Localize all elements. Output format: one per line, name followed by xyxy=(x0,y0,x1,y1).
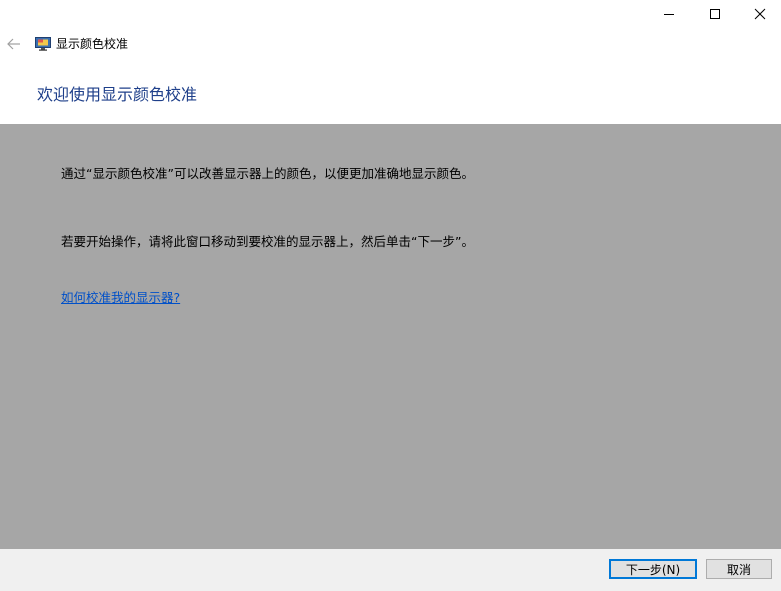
monitor-icon xyxy=(35,37,51,51)
back-arrow-icon xyxy=(7,38,20,50)
minimize-icon xyxy=(664,14,674,15)
instruction-text: 若要开始操作，请将此窗口移动到要校准的显示器上，然后单击“下一步”。 xyxy=(61,234,474,249)
maximize-icon xyxy=(710,9,720,19)
footer-bar: 下一步(N) 取消 xyxy=(0,549,781,591)
cancel-button[interactable]: 取消 xyxy=(706,559,772,579)
close-button[interactable] xyxy=(737,0,781,28)
help-link[interactable]: 如何校准我的显示器? xyxy=(61,290,180,306)
maximize-button[interactable] xyxy=(692,0,738,28)
content-panel: 通过“显示颜色校准”可以改善显示器上的颜色，以便更加准确地显示颜色。 若要开始操… xyxy=(0,124,781,549)
page-title: 欢迎使用显示颜色校准 xyxy=(37,85,198,104)
next-button[interactable]: 下一步(N) xyxy=(609,559,697,579)
window-title: 显示颜色校准 xyxy=(56,37,129,51)
close-icon xyxy=(754,8,766,20)
intro-text: 通过“显示颜色校准”可以改善显示器上的颜色，以便更加准确地显示颜色。 xyxy=(61,166,474,181)
minimize-button[interactable] xyxy=(646,0,692,28)
back-button[interactable] xyxy=(4,34,24,54)
